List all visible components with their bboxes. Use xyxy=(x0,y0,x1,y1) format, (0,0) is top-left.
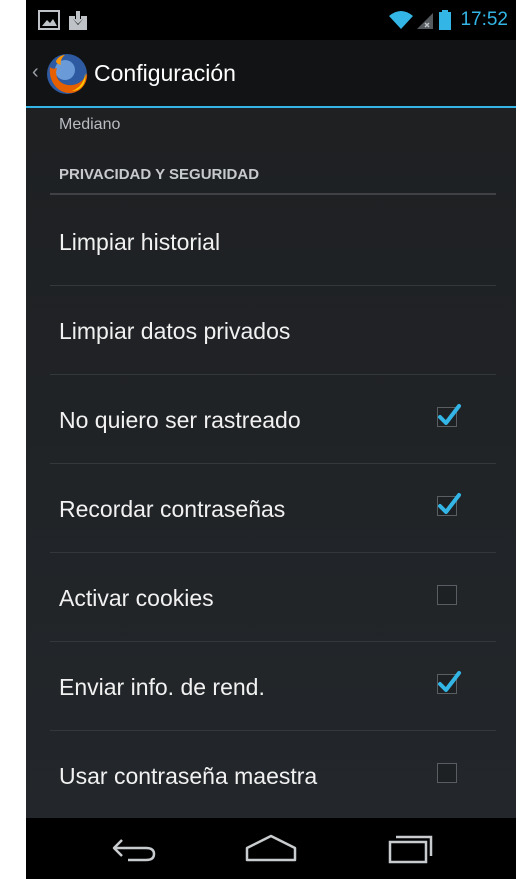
checkmark-icon xyxy=(438,404,461,425)
recent-apps-icon[interactable] xyxy=(386,830,436,866)
pref-send-performance-info[interactable]: Enviar info. de rend. xyxy=(26,642,516,731)
status-bar: 17:52 xyxy=(26,0,516,40)
system-status-icons: 17:52 xyxy=(388,6,508,34)
action-bar: ‹ Configuración xyxy=(26,40,516,108)
pref-label: Usar contraseña maestra xyxy=(59,763,318,789)
navigation-bar xyxy=(26,818,516,879)
section-header-privacy: PRIVACIDAD Y SEGURIDAD xyxy=(59,166,260,183)
pref-do-not-track[interactable]: No quiero ser rastreado xyxy=(26,375,516,464)
phone-screen: 17:52 ‹ Configuración Mediano PRIVACIDAD… xyxy=(26,0,516,879)
firefox-logo-icon[interactable] xyxy=(44,51,90,97)
pref-label: Limpiar datos privados xyxy=(59,318,291,344)
wifi-icon xyxy=(389,11,414,29)
do-not-track-checkbox[interactable] xyxy=(437,404,461,427)
pref-label: No quiero ser rastreado xyxy=(59,407,301,433)
enable-cookies-checkbox[interactable] xyxy=(437,585,457,605)
pref-clear-history[interactable]: Limpiar historial xyxy=(26,197,516,286)
pref-remember-passwords[interactable]: Recordar contraseñas xyxy=(26,464,516,553)
pref-clear-private-data[interactable]: Limpiar datos privados xyxy=(26,286,516,375)
back-icon[interactable] xyxy=(110,830,160,866)
pref-label: Activar cookies xyxy=(59,585,214,611)
pref-label: Recordar contraseñas xyxy=(59,496,286,522)
battery-icon xyxy=(439,10,452,30)
pref-label: Limpiar historial xyxy=(59,229,221,255)
remember-passwords-checkbox[interactable] xyxy=(437,493,461,516)
master-password-checkbox[interactable] xyxy=(437,763,457,783)
pref-enable-cookies[interactable]: Activar cookies xyxy=(26,553,516,642)
clock: 17:52 xyxy=(460,9,508,30)
send-performance-info-checkbox[interactable] xyxy=(437,671,461,694)
previous-pref-summary: Mediano xyxy=(59,116,121,133)
settings-content[interactable]: Mediano PRIVACIDAD Y SEGURIDAD Limpiar h… xyxy=(26,108,516,818)
home-icon[interactable] xyxy=(244,830,298,866)
signal-icon xyxy=(417,13,434,29)
download-notification-icon xyxy=(69,11,87,30)
preference-list: Limpiar historial Limpiar datos privados… xyxy=(26,197,516,820)
page-title: Configuración xyxy=(94,60,236,86)
image-notification-icon xyxy=(38,10,87,30)
section-divider xyxy=(50,193,496,195)
checkmark-icon xyxy=(438,493,461,514)
notification-icons xyxy=(38,10,98,36)
up-caret-icon[interactable]: ‹ xyxy=(32,61,39,84)
pref-master-password[interactable]: Usar contraseña maestra xyxy=(26,731,516,820)
checkmark-icon xyxy=(438,671,461,692)
pref-label: Enviar info. de rend. xyxy=(59,674,265,700)
